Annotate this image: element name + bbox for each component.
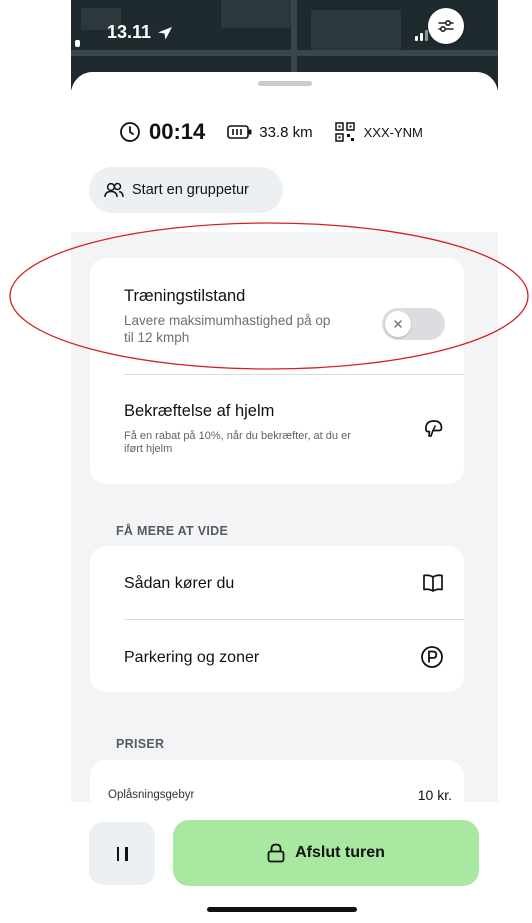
sliders-icon xyxy=(438,19,454,33)
group-ride-label: Start en gruppetur xyxy=(132,182,249,198)
start-group-ride-button[interactable]: Start en gruppetur xyxy=(89,167,283,213)
sheet-grabber[interactable] xyxy=(258,81,312,86)
pause-ride-button[interactable] xyxy=(89,822,155,885)
ride-duration: 00:14 xyxy=(149,119,206,144)
card-divider xyxy=(124,374,464,375)
home-indicator[interactable] xyxy=(207,907,357,912)
lock-icon xyxy=(267,843,285,863)
clock-icon xyxy=(120,122,140,142)
end-ride-label: Afslut turen xyxy=(295,844,385,861)
battery-icon xyxy=(227,125,252,139)
unlock-fee-value: 10 kr. xyxy=(417,787,452,803)
pause-bar xyxy=(125,846,128,861)
how-to-ride-item[interactable]: Sådan kører du xyxy=(124,575,234,593)
bottom-action-bar: Afslut turen xyxy=(71,802,498,923)
end-ride-button[interactable]: Afslut turen xyxy=(173,820,479,886)
status-time: 13.11 xyxy=(107,22,152,42)
phone-screen: 13.11 00:14 33.8 km XXX-YNM Start en gru… xyxy=(71,0,498,923)
book-icon[interactable] xyxy=(422,573,444,593)
status-dot xyxy=(75,40,80,47)
helmet-icon[interactable] xyxy=(422,418,444,440)
location-arrow-icon xyxy=(158,27,172,40)
screenshot-canvas: 13.11 00:14 33.8 km XXX-YNM Start en gru… xyxy=(0,0,532,923)
map-filter-button[interactable] xyxy=(428,8,464,44)
card-divider xyxy=(124,619,464,620)
unlock-fee-label: Oplåsningsgebyr xyxy=(108,789,195,801)
parking-icon[interactable] xyxy=(420,645,444,669)
helmet-subtitle-2: iført hjelm xyxy=(124,443,173,455)
group-icon xyxy=(104,182,124,198)
vehicle-plate: XXX-YNM xyxy=(363,124,423,140)
helmet-subtitle-1: Få en rabat på 10%, når du bekræfter, at… xyxy=(124,430,351,442)
ride-bottom-sheet: 00:14 33.8 km XXX-YNM Start en gruppetur… xyxy=(71,72,498,923)
trip-stats: 00:14 33.8 km XXX-YNM xyxy=(119,119,423,145)
pause-bar xyxy=(116,846,119,861)
learn-more-header: FÅ MERE AT VIDE xyxy=(116,524,229,538)
qr-code-icon xyxy=(334,122,355,142)
parking-zones-item[interactable]: Parkering og zoner xyxy=(124,649,259,667)
prices-header: PRISER xyxy=(116,737,165,751)
helmet-title[interactable]: Bekræftelse af hjelm xyxy=(124,402,274,421)
learn-more-card: Sådan kører du Parkering og zoner xyxy=(90,546,464,692)
battery-range: 33.8 km xyxy=(259,123,313,141)
signal-icon xyxy=(415,30,428,41)
annotation-ellipse xyxy=(9,222,529,370)
